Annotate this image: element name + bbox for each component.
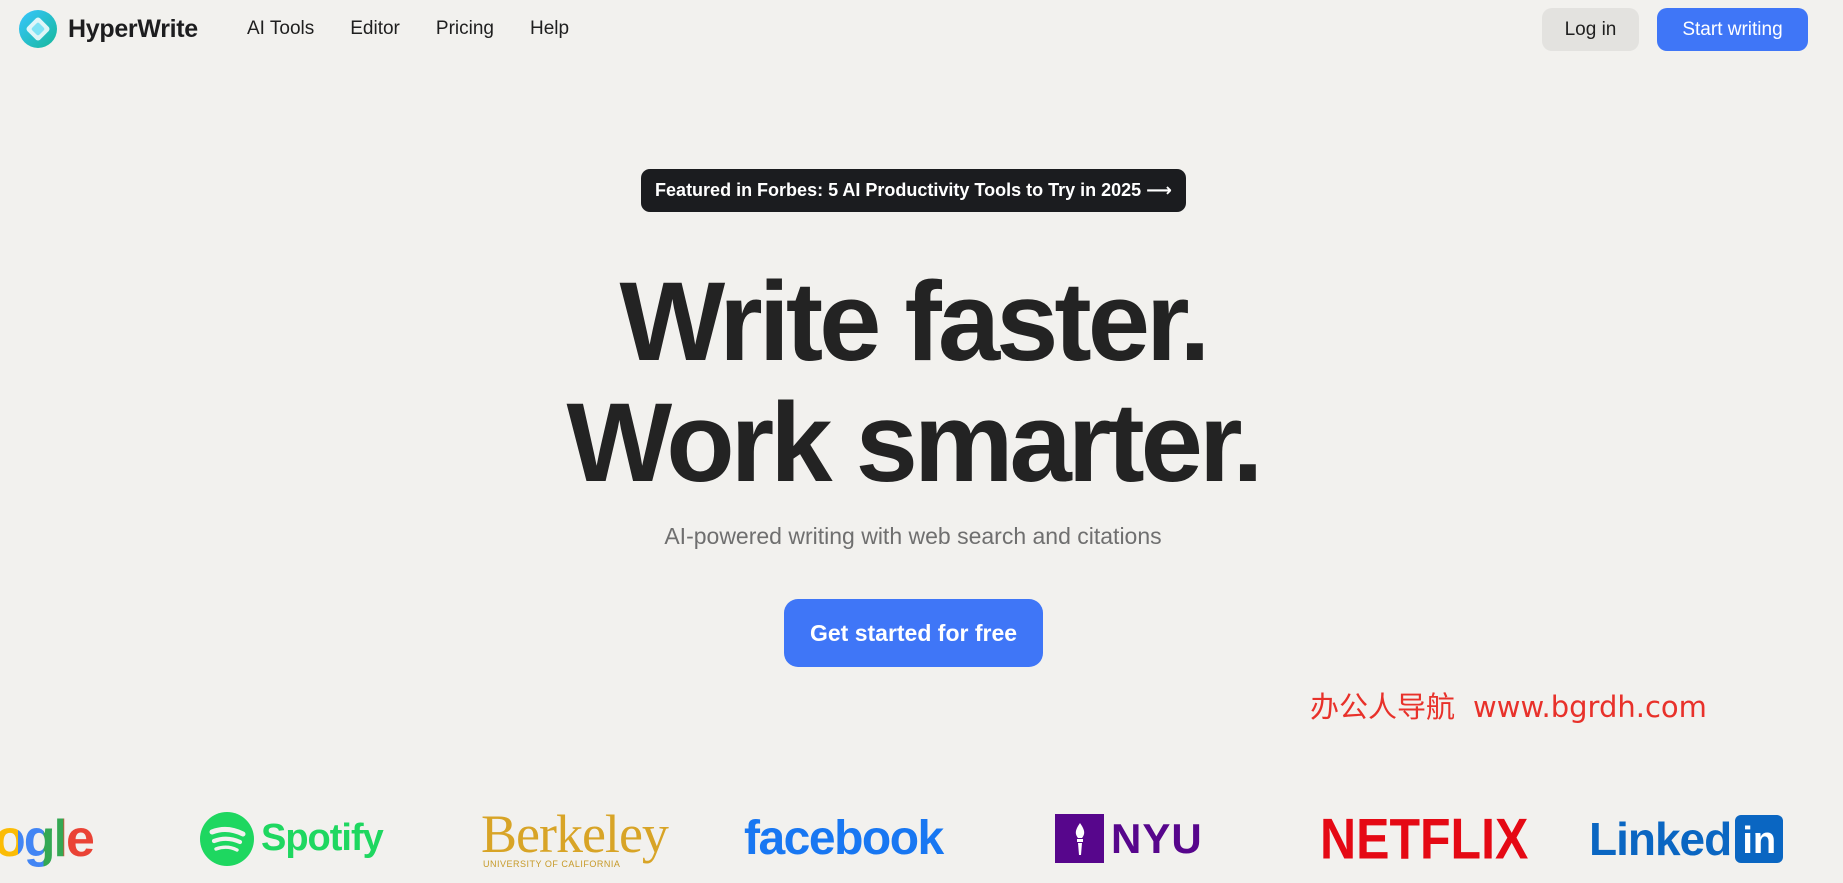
get-started-button[interactable]: Get started for free <box>784 599 1043 667</box>
forbes-announcement-link[interactable]: Featured in Forbes: 5 AI Productivity To… <box>641 169 1186 212</box>
google-logo-text: ogle <box>0 809 95 869</box>
login-button[interactable]: Log in <box>1542 8 1639 51</box>
facebook-logo-text: facebook <box>744 812 944 865</box>
main-nav: AI Tools Editor Pricing Help <box>247 18 605 40</box>
nav-pricing[interactable]: Pricing <box>436 18 494 40</box>
spotify-logo-text: Spotify <box>261 817 384 859</box>
hero-subtitle: AI-powered writing with web search and c… <box>664 523 1162 549</box>
linkedin-logo: Linked in <box>1589 800 1784 877</box>
netflix-logo-text: NETFLIX <box>1320 806 1529 871</box>
hyperwrite-logo-icon <box>19 10 57 48</box>
netflix-logo: NETFLIX <box>1320 794 1528 883</box>
linkedin-logo-text: Linked <box>1589 812 1732 865</box>
hero-title-line-1: Write faster. <box>619 259 1210 384</box>
facebook-logo: facebook <box>744 800 944 877</box>
nyu-torch-icon <box>1055 814 1104 863</box>
brand-logo-link[interactable]: HyperWrite <box>18 9 198 49</box>
berkeley-logo: Berkeley UNIVERSITY OF CALIFORNIA <box>481 800 669 877</box>
top-nav: HyperWrite AI Tools Editor Pricing Help … <box>0 0 1843 60</box>
spotify-icon <box>200 811 254 866</box>
customer-logo-strip: ogle Spotify Berkeley UNIVERSITY OF CALI… <box>0 800 1843 877</box>
spotify-logo: Spotify <box>199 800 384 877</box>
watermark-text: 办公人导航 <box>1310 690 1456 724</box>
berkeley-logo-subtext: UNIVERSITY OF CALIFORNIA <box>483 858 621 869</box>
berkeley-logo-text: Berkeley <box>481 803 669 864</box>
site-watermark: 办公人导航 www.bgrdh.com <box>1310 684 1707 726</box>
linkedin-in-icon: in <box>1735 814 1784 863</box>
start-writing-button[interactable]: Start writing <box>1657 8 1808 51</box>
nav-ai-tools[interactable]: AI Tools <box>247 18 314 40</box>
watermark-url: www.bgrdh.com <box>1473 690 1707 724</box>
nyu-logo-text: NYU <box>1111 814 1203 862</box>
nyu-logo: NYU <box>1055 800 1203 877</box>
hero-title-line-2: Work smarter. <box>566 380 1264 505</box>
brand-name: HyperWrite <box>68 14 198 43</box>
nav-editor[interactable]: Editor <box>350 18 400 40</box>
google-logo: ogle <box>0 800 95 877</box>
nav-help[interactable]: Help <box>530 18 569 40</box>
